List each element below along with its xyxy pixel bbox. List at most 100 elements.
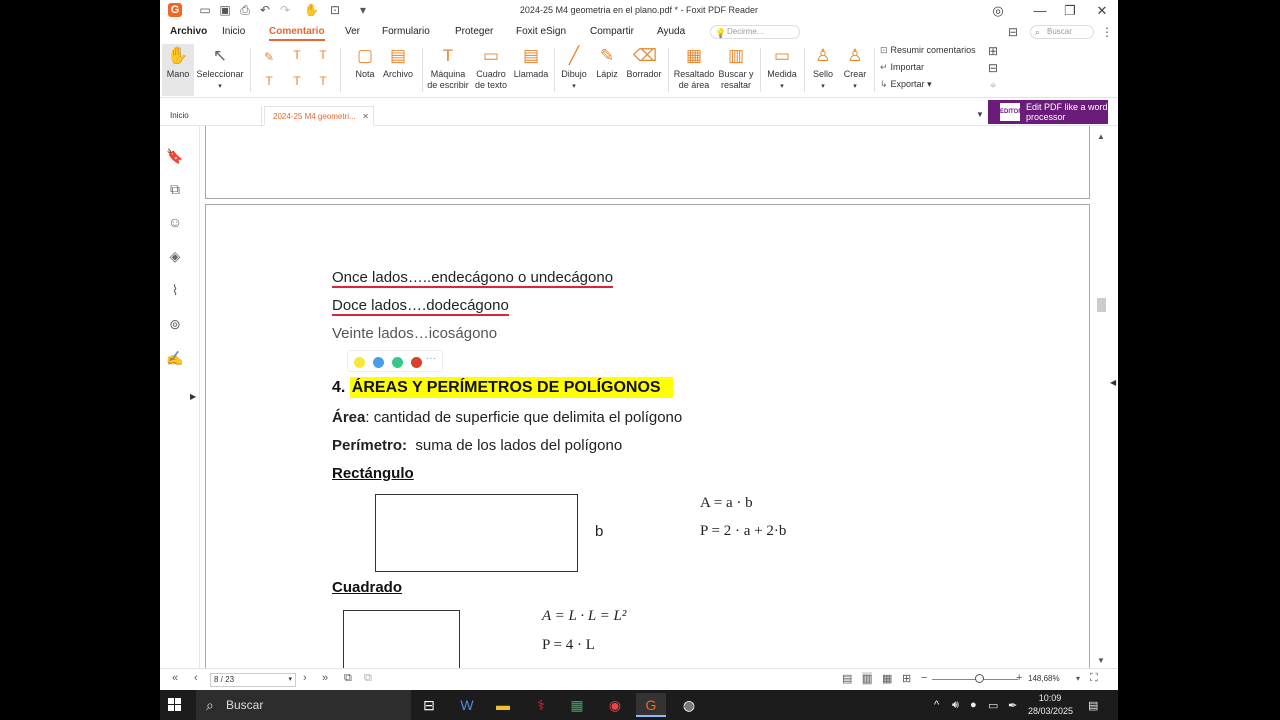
task-view-icon[interactable]: ⊟: [414, 693, 444, 717]
previous-page-icon[interactable]: ‹: [194, 672, 198, 684]
layers-icon[interactable]: ◈: [166, 247, 184, 265]
screen-recorder-icon[interactable]: ◍: [674, 693, 704, 717]
page-dropdown-icon[interactable]: ▾: [288, 674, 292, 686]
menu-archivo[interactable]: Archivo: [170, 26, 207, 37]
foxit-taskbar-icon[interactable]: G: [636, 693, 666, 717]
scroll-up-icon[interactable]: ▲: [1097, 132, 1105, 141]
expand-panel-icon[interactable]: ▶: [190, 392, 196, 401]
zoom-out-icon[interactable]: −: [921, 672, 927, 684]
more-colors-icon[interactable]: ···: [426, 353, 436, 364]
copy-page-icon[interactable]: ⧉: [344, 672, 352, 685]
color-yellow[interactable]: [354, 357, 365, 368]
taskbar-search[interactable]: ⌕ Buscar: [196, 690, 411, 720]
squiggly-text-icon[interactable]: T: [316, 48, 330, 62]
signature-icon[interactable]: ✍: [166, 349, 184, 367]
pencil-button[interactable]: ✎ Lápiz: [592, 44, 622, 96]
color-blue[interactable]: [373, 357, 384, 368]
microphone-icon[interactable]: ●: [970, 699, 977, 711]
callout-button[interactable]: ▤ Llamada: [512, 44, 550, 96]
app-icon[interactable]: ⚕: [526, 693, 556, 717]
summarize-comments-button[interactable]: ⊡ Resumir comentarios: [880, 45, 976, 56]
zoom-dropdown-icon[interactable]: ▾: [1076, 674, 1080, 683]
document-view[interactable]: Once lados…..endecágono o undecágono Doc…: [200, 126, 1100, 668]
single-page-icon[interactable]: ▤: [842, 672, 852, 685]
expand-right-panel-icon[interactable]: ◀: [1110, 378, 1116, 387]
layout-options-icon[interactable]: ⊟: [1006, 25, 1020, 39]
search-input[interactable]: ⌕ Buscar: [1030, 25, 1094, 39]
menu-ayuda[interactable]: Ayuda: [657, 26, 685, 37]
facing-page-icon[interactable]: ▦: [882, 672, 892, 685]
menu-compartir[interactable]: Compartir: [590, 26, 634, 37]
hand-button[interactable]: ✋ Mano: [162, 44, 194, 96]
zoom-value[interactable]: 148,68%: [1028, 674, 1060, 683]
pin-icon[interactable]: ⌖: [986, 78, 1000, 92]
select-button[interactable]: ↖ Seleccionar ▾: [196, 44, 244, 96]
strikeout-icon[interactable]: T: [262, 74, 276, 88]
insert-text-icon[interactable]: T: [316, 74, 330, 88]
bookmark-icon[interactable]: 🔖: [166, 147, 184, 165]
windows-start-icon[interactable]: [168, 698, 182, 712]
textbox-button[interactable]: ▭ Cuadro de texto: [473, 44, 509, 96]
zoom-slider-thumb[interactable]: [975, 674, 984, 683]
export-button[interactable]: ↳ Exportar ▾: [880, 79, 932, 90]
continuous-page-icon[interactable]: ▥: [862, 672, 873, 685]
replace-text-icon[interactable]: T: [290, 74, 304, 88]
pen-icon[interactable]: ✒: [1008, 699, 1017, 712]
next-page-icon[interactable]: ›: [303, 672, 307, 684]
typewriter-button[interactable]: T Máquina de escribir: [426, 44, 470, 96]
close-tab-icon[interactable]: ✕: [362, 107, 369, 127]
import-button[interactable]: ↵ Importar: [880, 62, 924, 73]
account-icon[interactable]: ◎: [988, 2, 1008, 20]
more-options-icon[interactable]: ⋮: [1100, 25, 1114, 39]
color-green[interactable]: [392, 357, 403, 368]
measure-button[interactable]: ▭ Medida ▾: [764, 44, 800, 96]
paste-page-icon[interactable]: ⧉: [364, 672, 372, 685]
area-highlight-button[interactable]: ▦ Resaltado de área: [672, 44, 716, 96]
menu-proteger[interactable]: Proteger: [455, 26, 493, 37]
tray-expand-icon[interactable]: ^: [934, 699, 939, 711]
scroll-thumb[interactable]: [1097, 298, 1106, 312]
drawing-button[interactable]: ╱ Dibujo ▾: [558, 44, 590, 96]
page-number-input[interactable]: 8 / 23 ▾: [210, 673, 296, 687]
first-page-icon[interactable]: «: [172, 672, 178, 684]
underline-text-icon[interactable]: T: [290, 48, 304, 62]
tab-inicio[interactable]: Inicio: [162, 106, 262, 126]
file-attach-button[interactable]: ▤ Archivo: [380, 44, 416, 96]
word-app-icon[interactable]: W: [452, 693, 482, 717]
comment-list-icon[interactable]: ⊞: [986, 44, 1000, 58]
edit-pdf-promo[interactable]: EDITOR Edit PDF like a word processor: [988, 100, 1108, 124]
continuous-facing-icon[interactable]: ⊞: [902, 672, 911, 685]
security-icon[interactable]: ⊚: [166, 315, 184, 333]
menu-comentario[interactable]: Comentario: [269, 26, 325, 41]
attachments-icon[interactable]: ⌇: [166, 281, 184, 299]
menu-inicio[interactable]: Inicio: [222, 26, 245, 37]
eraser-button[interactable]: ⌫ Borrador: [624, 44, 664, 96]
network-icon[interactable]: ▭: [988, 699, 998, 712]
menu-foxit-esign[interactable]: Foxit eSign: [516, 26, 566, 37]
fullscreen-icon[interactable]: ⛶: [1090, 672, 1098, 685]
volume-icon[interactable]: 🔊︎: [952, 699, 959, 712]
color-red[interactable]: [411, 357, 422, 368]
tabs-dropdown-icon[interactable]: ▼: [976, 110, 984, 119]
last-page-icon[interactable]: »: [322, 672, 328, 684]
create-button[interactable]: ♙ Crear ▾: [840, 44, 870, 96]
vertical-scrollbar[interactable]: ▲ ▼: [1094, 126, 1108, 668]
note-button[interactable]: ▢ Nota: [350, 44, 380, 96]
pages-icon[interactable]: ⧉: [166, 180, 184, 198]
menu-formulario[interactable]: Formulario: [382, 26, 430, 37]
file-explorer-icon[interactable]: ▬: [488, 693, 518, 717]
notifications-icon[interactable]: ▤: [1088, 699, 1098, 712]
chrome-icon[interactable]: ◉: [600, 693, 630, 717]
calculator-icon[interactable]: ▦: [562, 693, 592, 717]
highlight-icon[interactable]: ✎: [262, 50, 276, 64]
close-button[interactable]: ✕: [1092, 2, 1112, 20]
comments-icon[interactable]: ☺: [166, 213, 184, 231]
maximize-button[interactable]: ❐: [1060, 2, 1080, 20]
tab-document[interactable]: 2024-25 M4 geometri... ✕: [264, 106, 374, 126]
tell-me-input[interactable]: 💡 Decirme...: [710, 25, 800, 39]
minimize-button[interactable]: —: [1030, 2, 1050, 20]
zoom-in-icon[interactable]: +: [1016, 672, 1022, 684]
scroll-down-icon[interactable]: ▼: [1097, 656, 1105, 665]
stamp-button[interactable]: ♙ Sello ▾: [808, 44, 838, 96]
menu-ver[interactable]: Ver: [345, 26, 360, 37]
